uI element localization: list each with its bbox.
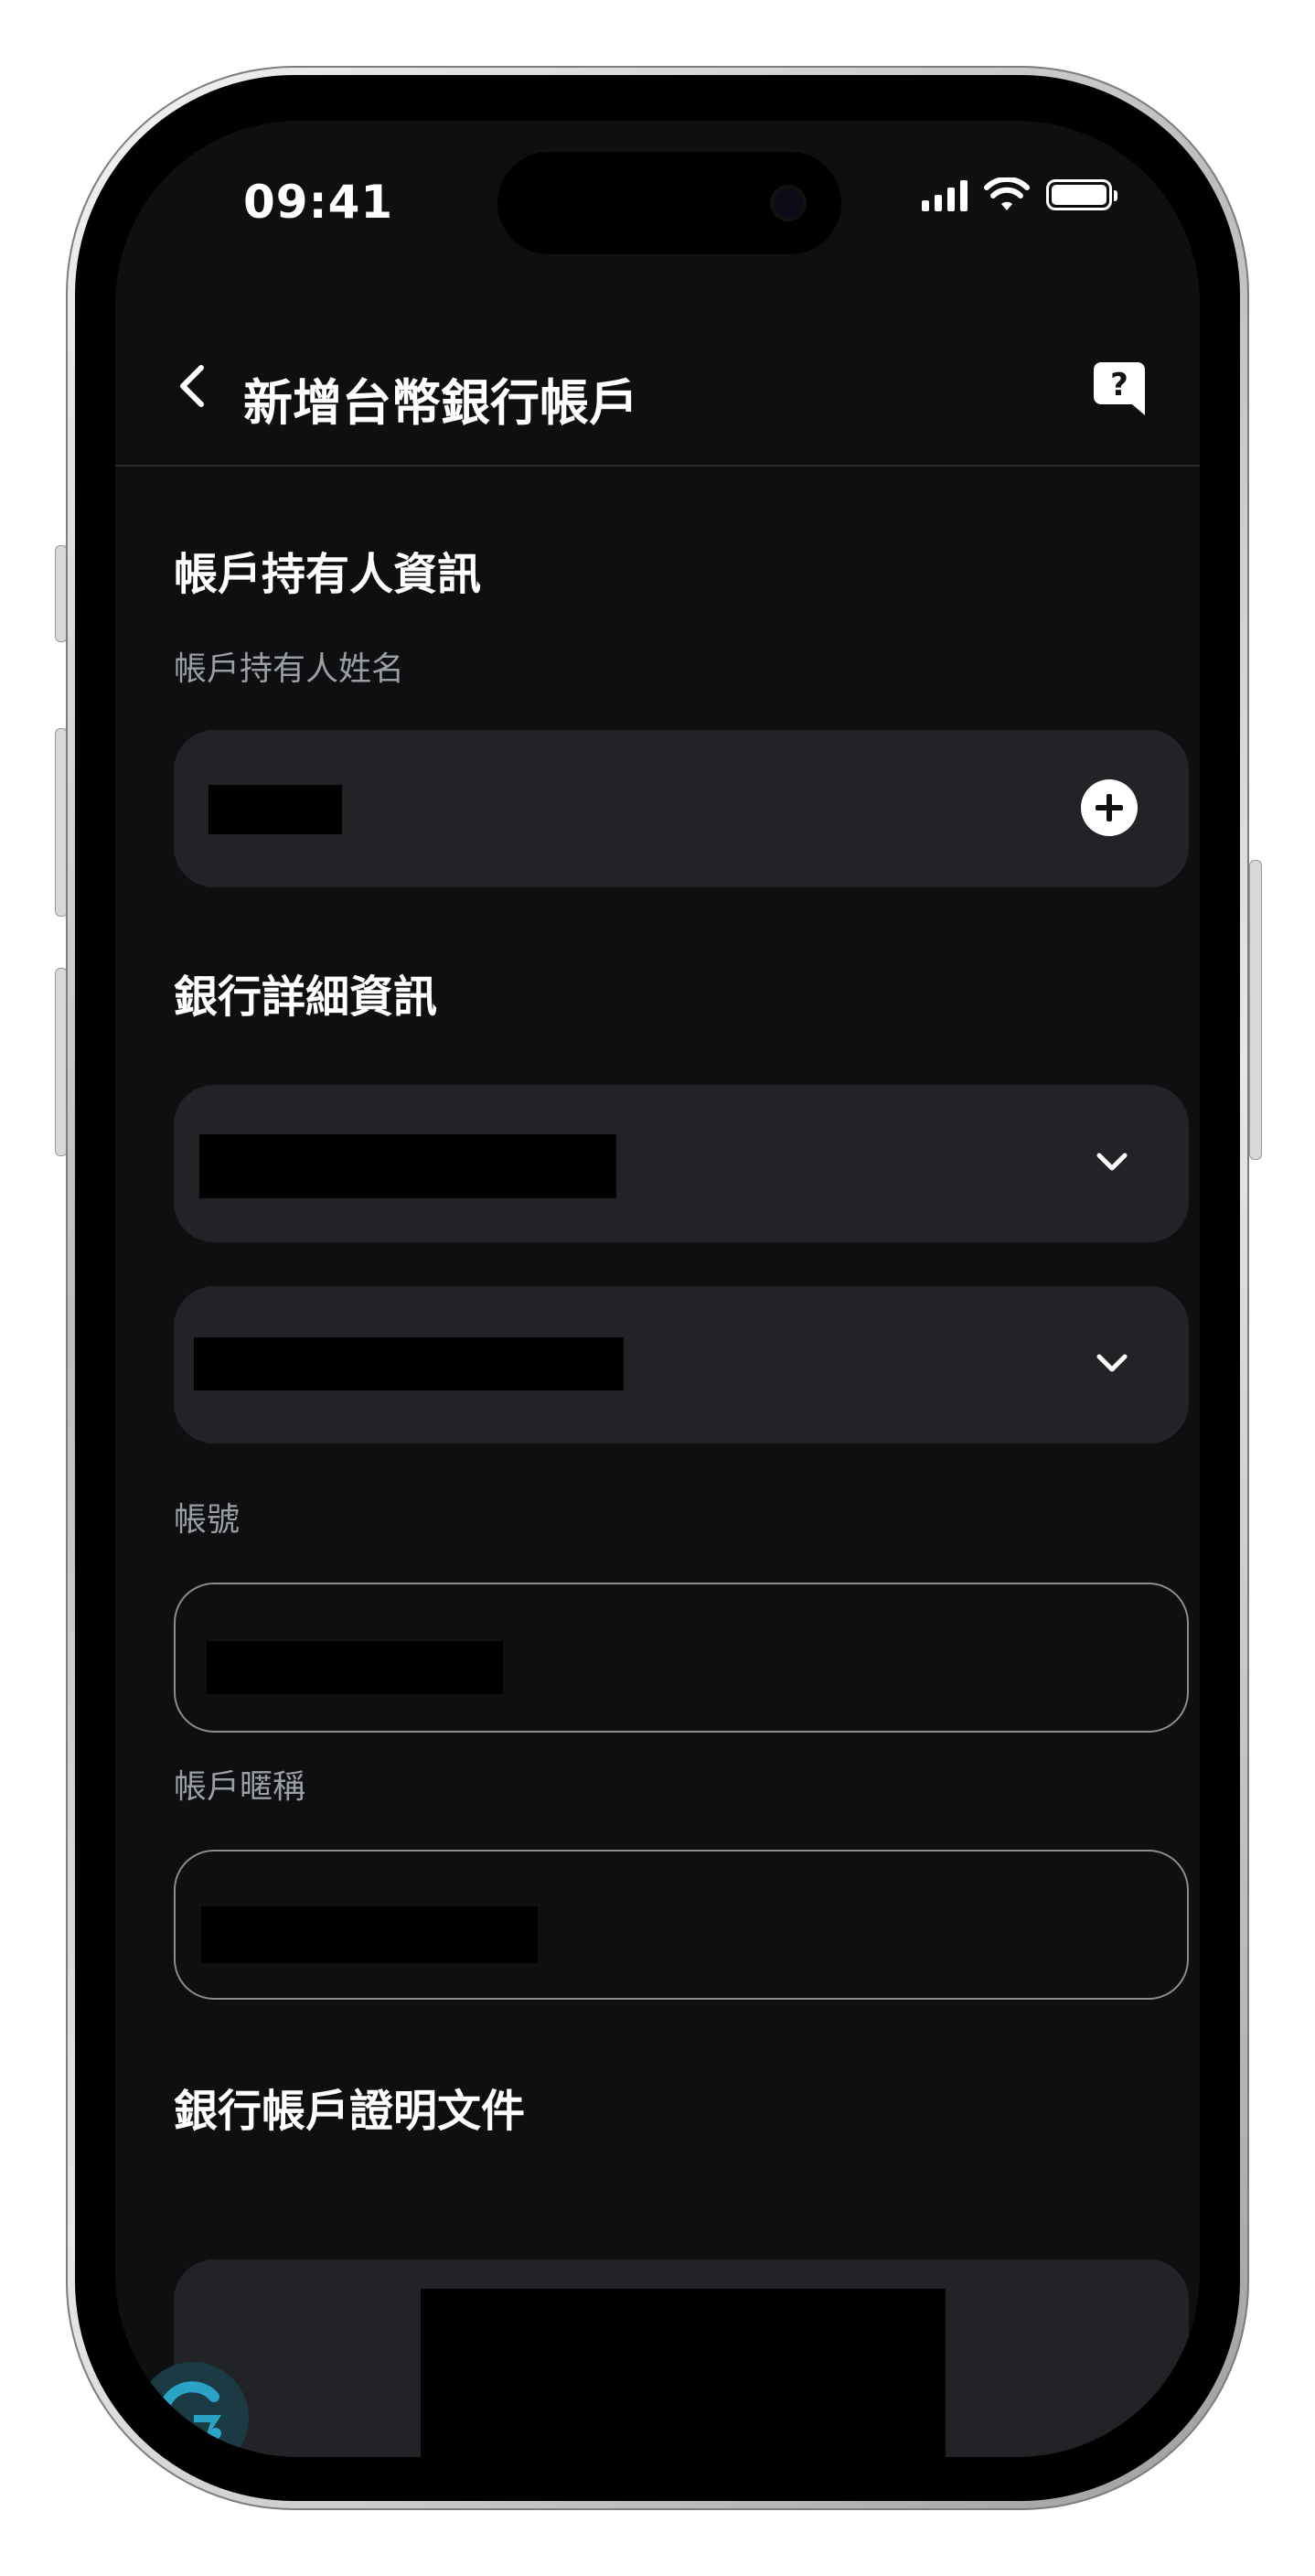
document-section-title: 銀行帳戶證明文件 [174, 2086, 526, 2137]
chevron-down-icon [1096, 1153, 1128, 1171]
navigation-bar: 新增台幣銀行帳戶 ? [115, 322, 1200, 467]
bank-section-title: 銀行詳細資訊 [174, 971, 438, 1023]
power-button [1249, 860, 1262, 1160]
redacted-nickname [201, 1906, 538, 1963]
status-icons [922, 177, 1117, 212]
back-chevron-icon[interactable] [166, 359, 221, 413]
chevron-down-icon [1096, 1354, 1128, 1372]
help-chat-icon[interactable]: ? [1090, 359, 1149, 417]
status-time: 09:41 [243, 176, 394, 229]
cellular-signal-icon [922, 178, 968, 211]
redacted-holder-name [208, 785, 342, 834]
holder-section-title: 帳戶持有人資訊 [174, 549, 482, 600]
bank-select-dropdown[interactable] [174, 1085, 1189, 1242]
assistant-logo-icon [157, 2381, 221, 2452]
app-screen: 09:41 新增台幣銀行帳戶 ? 帳戶持有人資訊 帳戶持有人姓名 銀行詳細資訊 … [115, 121, 1200, 2457]
svg-text:?: ? [1110, 367, 1128, 403]
redacted-branch-name [194, 1337, 624, 1390]
redacted-bank-name [199, 1134, 616, 1198]
add-holder-icon[interactable] [1081, 779, 1138, 836]
nickname-label: 帳戶暱稱 [174, 1768, 306, 1806]
phone-bezel: 09:41 新增台幣銀行帳戶 ? 帳戶持有人資訊 帳戶持有人姓名 銀行詳細資訊 … [75, 75, 1240, 2501]
assistant-badge[interactable] [137, 2362, 249, 2457]
redacted-document-preview [421, 2289, 946, 2457]
battery-icon [1046, 179, 1117, 210]
holder-name-field[interactable] [174, 730, 1189, 887]
page-title: 新增台幣銀行帳戶 [243, 374, 638, 432]
branch-select-dropdown[interactable] [174, 1286, 1189, 1444]
account-number-label: 帳號 [174, 1501, 241, 1539]
redacted-account-number [207, 1641, 503, 1694]
camera-icon [770, 185, 807, 221]
phone-frame: 09:41 新增台幣銀行帳戶 ? 帳戶持有人資訊 帳戶持有人姓名 銀行詳細資訊 … [66, 66, 1249, 2510]
account-nickname-input[interactable] [174, 1850, 1189, 2000]
holder-name-label: 帳戶持有人姓名 [174, 650, 405, 688]
wifi-icon [984, 177, 1030, 210]
dynamic-island [497, 152, 841, 254]
document-upload-area[interactable] [174, 2259, 1189, 2457]
account-number-input[interactable] [174, 1583, 1189, 1733]
